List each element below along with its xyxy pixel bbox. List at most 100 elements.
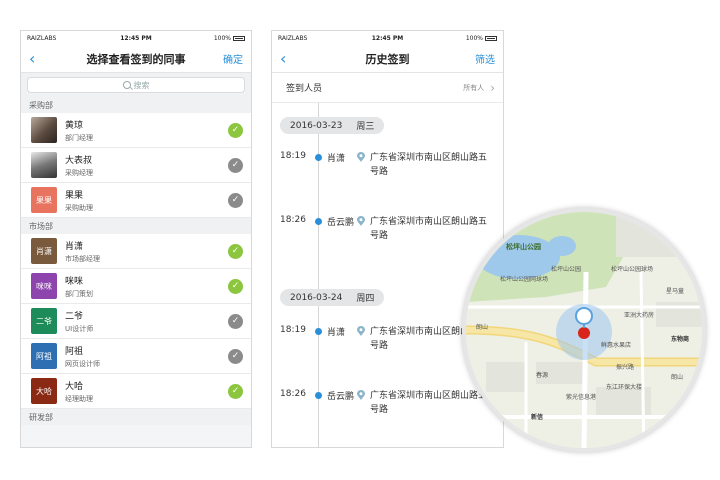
map-label: 鲜惠水果店: [601, 342, 632, 349]
checkmark-icon[interactable]: ✓: [228, 122, 243, 138]
map-label: 星马童: [666, 288, 685, 295]
contact-text: 阿祖 网页设计师: [65, 344, 228, 369]
date-label: 2016-03-23: [290, 120, 343, 131]
checkin-entry[interactable]: 18:26 岳云鹏 广东省深圳市南山区朗山路五号路: [280, 215, 495, 243]
search-icon: [122, 81, 131, 89]
contact-name: 大表叔: [65, 155, 93, 166]
checkmark-icon[interactable]: ✓: [228, 383, 243, 399]
back-button[interactable]: ‹: [280, 50, 310, 67]
confirm-button[interactable]: 确定: [213, 51, 243, 66]
battery-icon: [233, 35, 245, 41]
location-pin-icon: [357, 152, 365, 162]
checkin-person: 岳云鹏: [327, 392, 355, 402]
battery-icon: [485, 35, 497, 41]
contact-name: 咪咪: [65, 276, 84, 287]
checkin-person: 肖潇: [327, 154, 346, 164]
page-title: 选择查看签到的同事: [86, 52, 186, 66]
checkmark-icon[interactable]: ✓: [228, 157, 243, 173]
avatar: 二爷: [31, 308, 57, 334]
contact-text: 肖潇 市场部经理: [65, 239, 228, 264]
page-title: 历史签到: [365, 52, 410, 66]
contact-role: 采购经理: [65, 168, 93, 177]
checkin-time: 18:26: [280, 215, 306, 225]
checkin-address: 广东省深圳市南山区朗山路五号路: [370, 153, 488, 177]
avatar: 阿祖: [31, 343, 57, 369]
map-label: 朗山: [671, 374, 684, 381]
status-time: 12:45 PM: [120, 34, 152, 42]
nav-bar: ‹ 历史签到 筛选: [272, 45, 503, 73]
contact-row[interactable]: 大表叔 采购经理 ✓: [21, 148, 251, 183]
date-label: 2016-03-24: [290, 292, 343, 303]
contact-picker-screen: RAIZLABS 12:45 PM 100% ‹ 选择查看签到的同事 确定 搜索…: [20, 30, 252, 448]
contact-text: 大表叔 采购经理: [65, 153, 228, 178]
avatar: 大哈: [31, 378, 57, 404]
map-label: 春源: [536, 372, 549, 379]
map-label: 亚洲大药房: [624, 312, 655, 319]
map-label: 松坪山公园网球场: [500, 276, 549, 283]
contact-row[interactable]: 黄琼 部门经理 ✓: [21, 113, 251, 148]
back-button[interactable]: ‹: [29, 50, 59, 67]
checkin-person: 肖潇: [327, 328, 346, 338]
chevron-right-icon: ›: [490, 80, 495, 95]
section-header: 采购部: [21, 97, 251, 113]
checkin-entry[interactable]: 18:19 肖潇 广东省深圳市南山区朗山路五号路: [280, 151, 495, 179]
checkmark-icon[interactable]: ✓: [228, 313, 243, 329]
person-filter-row[interactable]: 签到人员 所有人 ›: [272, 73, 503, 103]
section-header: 市场部: [21, 218, 251, 234]
map-label: 新信: [531, 414, 544, 421]
contact-role: 市场部经理: [65, 254, 100, 263]
weekday-label: 周三: [356, 122, 375, 132]
contact-row[interactable]: 大哈 大哈 经理助理 ✓: [21, 374, 251, 409]
contact-text: 大哈 经理助理: [65, 379, 228, 404]
page: RAIZLABS 12:45 PM 100% ‹ 选择查看签到的同事 确定 搜索…: [0, 0, 720, 480]
timeline-dot-icon: [315, 218, 322, 225]
contact-role: 部门经理: [65, 133, 93, 142]
section-header: 研发部: [21, 409, 251, 425]
person-filter-value: 所有人: [463, 83, 485, 92]
person-filter-label: 签到人员: [286, 84, 323, 94]
map-label: 松坪山公园球场: [611, 266, 654, 273]
status-bar: RAIZLABS 12:45 PM 100%: [21, 31, 251, 45]
avatar: 果果: [31, 187, 57, 213]
location-pin-icon: [357, 216, 365, 226]
search-input[interactable]: 搜索: [27, 77, 245, 93]
contact-role: UI设计师: [65, 324, 94, 333]
contact-text: 果果 采购助理: [65, 188, 228, 213]
checkin-time: 18:26: [280, 389, 306, 399]
map-canvas: [466, 212, 702, 448]
contact-row[interactable]: 果果 果果 采购助理 ✓: [21, 183, 251, 218]
location-pin-icon: [357, 326, 365, 336]
weekday-label: 周四: [356, 294, 375, 304]
avatar: [31, 152, 57, 178]
contact-role: 网页设计师: [65, 359, 100, 368]
location-map[interactable]: 松坪山公园 松坪山公园网球场 松坪山公园球场 松坪山公园 星马童 亚洲大药房 东…: [462, 208, 706, 452]
contact-row[interactable]: 阿祖 阿祖 网页设计师 ✓: [21, 339, 251, 374]
map-label: 紫光信息港: [566, 394, 597, 401]
checkmark-icon[interactable]: ✓: [228, 192, 243, 208]
location-pin-icon: [357, 390, 365, 400]
map-label: 松坪山公园: [506, 243, 541, 251]
contact-row[interactable]: 二爷 二爷 UI设计师 ✓: [21, 304, 251, 339]
contact-row[interactable]: 肖潇 肖潇 市场部经理 ✓: [21, 234, 251, 269]
date-pill: 2016-03-23 周三: [280, 117, 385, 134]
contact-role: 经理助理: [65, 394, 93, 403]
checkmark-icon[interactable]: ✓: [228, 243, 243, 259]
checkmark-icon[interactable]: ✓: [228, 348, 243, 364]
contact-name: 大哈: [65, 381, 84, 392]
contact-name: 阿祖: [65, 346, 84, 357]
contact-name: 黄琼: [65, 120, 84, 131]
map-label: 振兴路: [616, 364, 635, 371]
contact-name: 二爷: [65, 311, 84, 322]
checkin-entry[interactable]: 18:26 岳云鹏 广东省深圳市南山区朗山路五号路: [280, 389, 495, 417]
filter-button[interactable]: 筛选: [465, 51, 495, 66]
contact-name: 果果: [65, 190, 84, 201]
map-label: 东江环保大楼: [606, 384, 643, 391]
timeline-dot-icon: [315, 328, 322, 335]
contact-row[interactable]: 咪咪 咪咪 部门策划 ✓: [21, 269, 251, 304]
checkmark-icon[interactable]: ✓: [228, 278, 243, 294]
contact-name: 肖潇: [65, 241, 84, 252]
checkin-person: 岳云鹏: [327, 218, 355, 228]
contact-text: 黄琼 部门经理: [65, 118, 228, 143]
map-label: 松坪山公园: [551, 266, 582, 273]
search-placeholder: 搜索: [133, 80, 150, 90]
